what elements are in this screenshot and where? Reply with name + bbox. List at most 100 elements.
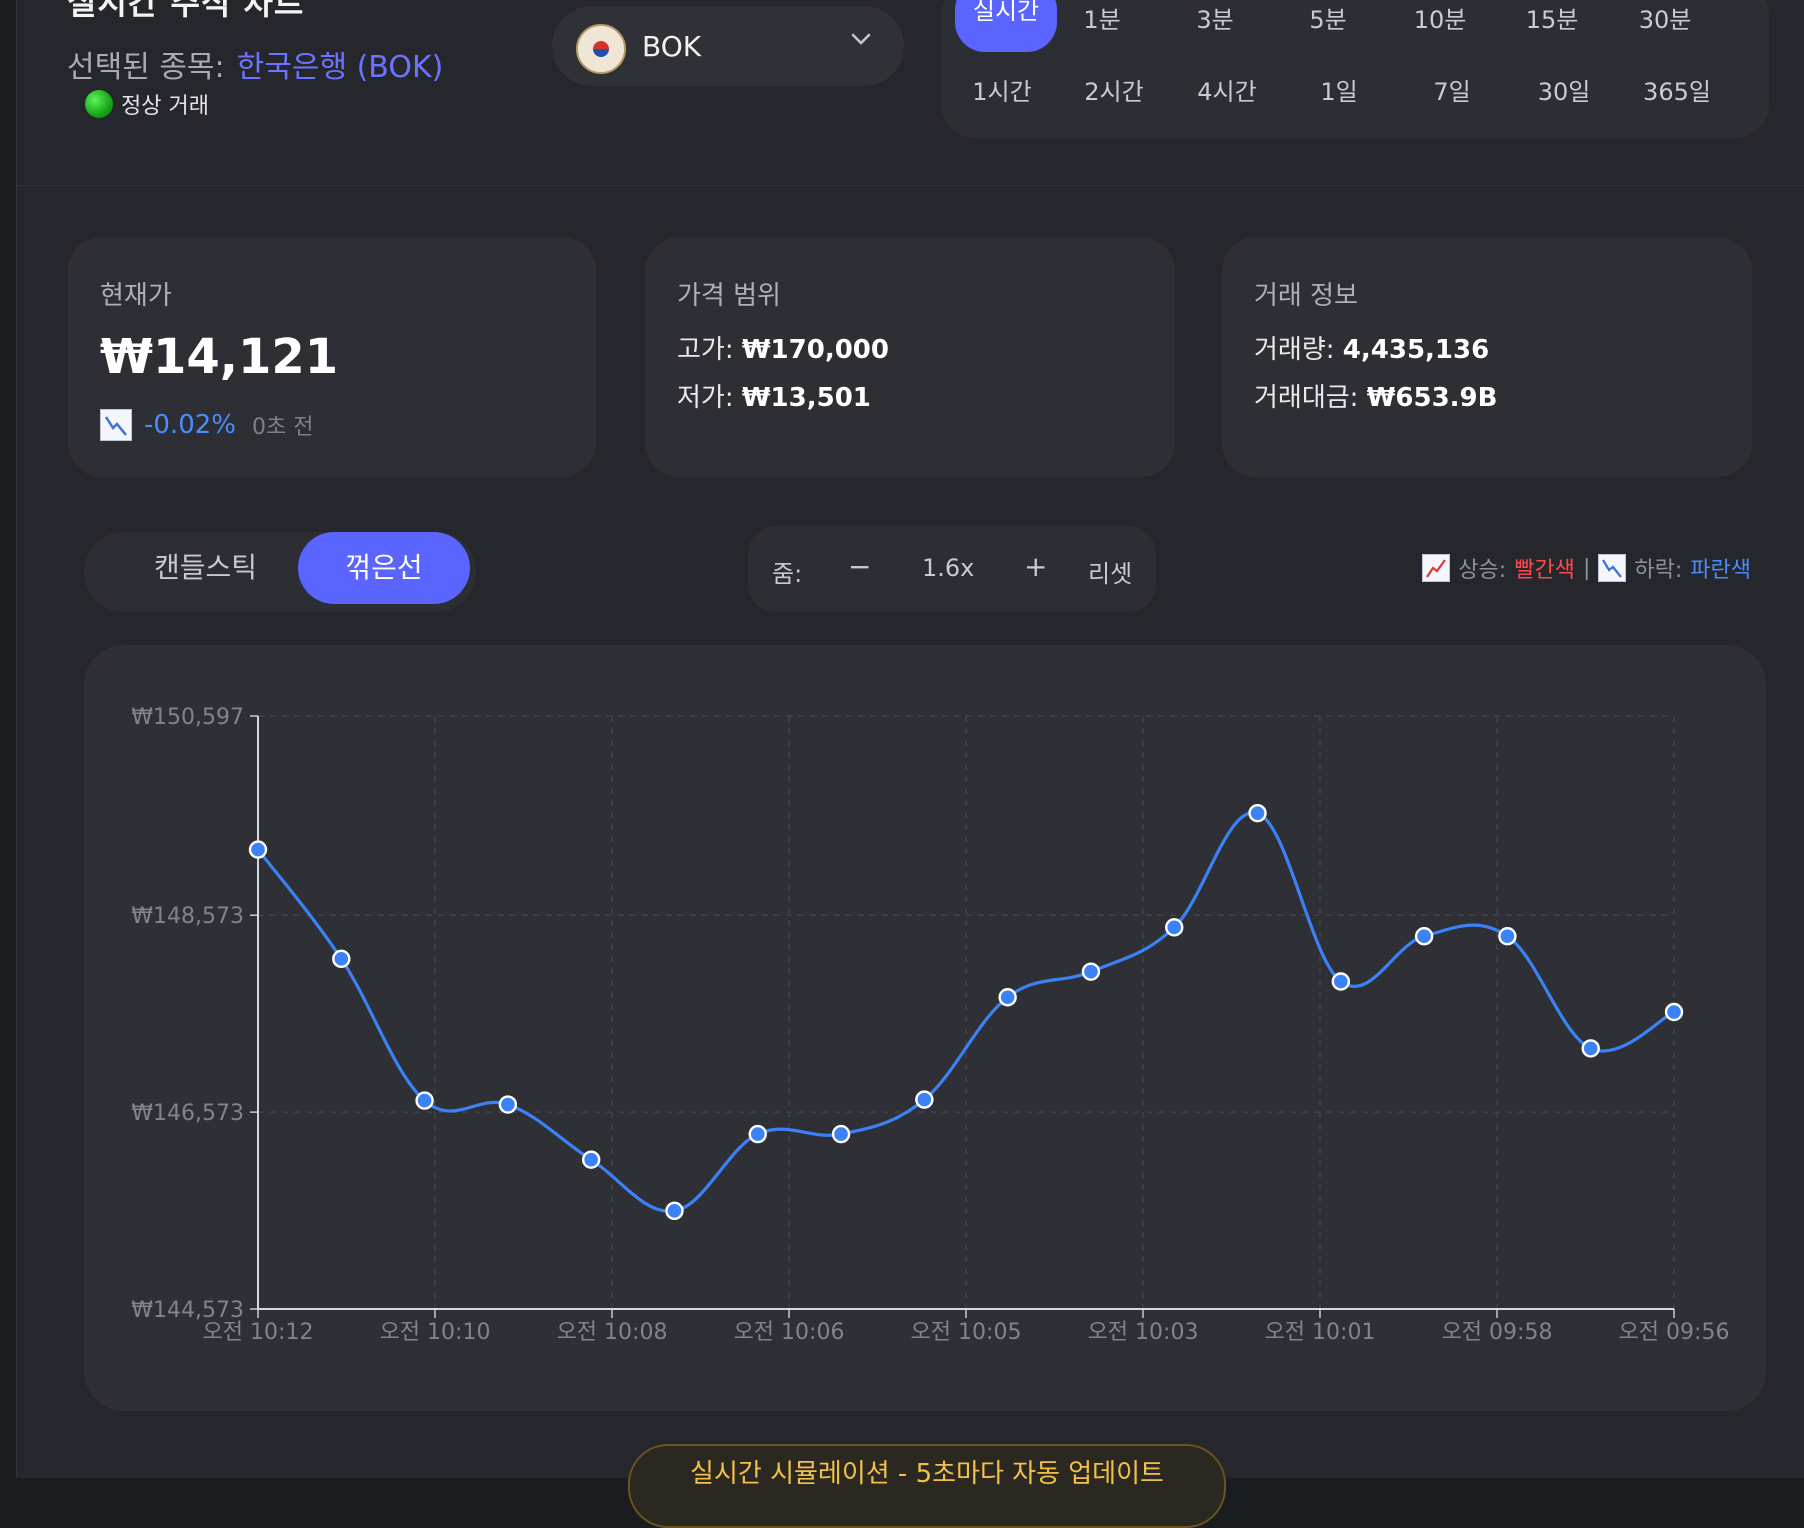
high-price-value: ₩170,000 <box>741 335 889 365</box>
trade-value-label: 거래대금: <box>1254 383 1359 413</box>
timeframe-1m-button[interactable]: 1분 <box>1049 0 1155 35</box>
selected-stock-value: 한국은행 (BOK) <box>236 50 444 85</box>
low-price-label: 저가: <box>677 383 734 413</box>
chart-increasing-icon <box>1422 554 1451 582</box>
legend-down-color: 파란색 <box>1690 558 1751 583</box>
timeframe-realtime-button[interactable]: 실시간 <box>955 0 1057 52</box>
app-frame: 실시간 주식 차트 선택된 종목: 한국은행 (BOK) 정상 거래 BOK 실시… <box>16 0 1804 1528</box>
data-point <box>748 1124 767 1144</box>
price-range-label: 가격 범위 <box>677 281 781 311</box>
status-dot-icon <box>85 90 113 118</box>
volume-label: 거래량: <box>1254 335 1335 365</box>
timeframe-1d-button[interactable]: 1일 <box>1286 72 1392 107</box>
trade-info-card: 거래 정보 거래량: 4,435,136 거래대금: ₩653.9B <box>1222 237 1752 477</box>
last-updated: 0초 전 <box>251 415 314 440</box>
x-tick-label: 오전 10:06 <box>734 1320 845 1345</box>
price-line-chart[interactable]: ₩150,597₩148,573₩146,573₩144,573오전 10:12… <box>84 645 1766 1411</box>
data-point <box>415 1091 434 1110</box>
data-point <box>831 1124 851 1144</box>
x-tick-label: 오전 10:08 <box>557 1320 668 1345</box>
y-tick-label: ₩150,597 <box>131 705 244 730</box>
x-tick-label: 오전 10:05 <box>911 1320 1022 1345</box>
high-price-label: 고가: <box>677 335 734 365</box>
current-price-card: 현재가 ₩14,121 -0.02% 0초 전 <box>68 237 596 477</box>
current-price-value: ₩14,121 <box>100 329 339 385</box>
y-tick-label: ₩148,573 <box>131 904 244 929</box>
line-chart-tab[interactable]: 꺾은선 <box>298 532 470 604</box>
color-legend: 상승: 빨간색 | 하락: 파란색 <box>1422 552 1751 584</box>
update-banner: 실시간 시뮬레이션 - 5초마다 자동 업데이트 <box>628 1444 1226 1528</box>
status-text: 정상 거래 <box>121 94 209 119</box>
trading-status: 정상 거래 <box>85 88 209 120</box>
x-tick-label: 오전 10:12 <box>203 1320 314 1345</box>
timeframe-15m-button[interactable]: 15분 <box>1499 0 1605 35</box>
bank-of-korea-emblem-icon <box>576 24 626 74</box>
chart-panel: ₩150,597 ₩148,573 ₩146,573 ₩144,573 오전 10:12… <box>84 645 1766 1411</box>
x-tick-label: 오전 09:56 <box>1619 1320 1730 1345</box>
price-change: -0.02% 0초 전 <box>100 409 313 441</box>
zoom-in-button[interactable]: + <box>1024 550 1047 583</box>
data-point <box>1581 1039 1600 1058</box>
zoom-controls: 줌: − 1.6x + 리셋 <box>748 526 1156 612</box>
zoom-out-button[interactable]: − <box>848 550 871 583</box>
data-point <box>1081 962 1101 981</box>
price-range-card: 가격 범위 고가: ₩170,000 저가: ₩13,501 <box>645 237 1175 477</box>
selected-stock-label: 선택된 종목: <box>67 50 225 85</box>
x-tick-label: 오전 09:58 <box>1442 1320 1553 1345</box>
legend-up-color: 빨간색 <box>1514 558 1575 583</box>
chart-type-toggle: 캔들스틱 꺾은선 <box>84 532 476 612</box>
timeframe-7d-button[interactable]: 7일 <box>1399 72 1505 107</box>
trade-info-label: 거래 정보 <box>1254 281 1358 311</box>
data-point <box>1248 803 1267 823</box>
timeframe-3m-button[interactable]: 3분 <box>1162 0 1268 35</box>
chart-decreasing-icon <box>1598 554 1627 582</box>
timeframe-5m-button[interactable]: 5분 <box>1275 0 1381 35</box>
zoom-label: 줌: <box>772 560 803 588</box>
selected-stock: 선택된 종목: 한국은행 (BOK) <box>67 42 443 86</box>
timeframe-10m-button[interactable]: 10분 <box>1387 0 1493 35</box>
page-title: 실시간 주식 차트 <box>67 0 305 22</box>
data-point <box>1414 927 1434 946</box>
stock-select-value: BOK <box>642 30 702 63</box>
low-price-value: ₩13,501 <box>741 383 871 413</box>
trade-value-value: ₩653.9B <box>1366 383 1498 413</box>
candlestick-tab[interactable]: 캔들스틱 <box>154 532 257 604</box>
current-price-label: 현재가 <box>100 281 172 311</box>
timeframe-4h-button[interactable]: 4시간 <box>1174 72 1280 107</box>
timeframe-30m-button[interactable]: 30분 <box>1612 0 1718 35</box>
zoom-level: 1.6x <box>922 554 975 582</box>
price-change-percent: -0.02% <box>144 410 236 440</box>
data-point <box>1331 972 1351 991</box>
trade-value: 거래대금: ₩653.9B <box>1254 377 1497 414</box>
data-point <box>498 1095 518 1114</box>
low-price: 저가: ₩13,501 <box>677 377 871 414</box>
data-point <box>1165 918 1184 937</box>
timeframe-1h-button[interactable]: 1시간 <box>949 72 1055 107</box>
timeframe-2h-button[interactable]: 2시간 <box>1061 72 1167 107</box>
timeframe-30d-button[interactable]: 30일 <box>1511 72 1617 107</box>
x-tick-label: 오전 10:10 <box>380 1320 491 1345</box>
data-point <box>332 949 351 969</box>
chevron-down-icon <box>848 26 874 59</box>
data-point <box>998 988 1017 1007</box>
x-tick-label: 오전 10:01 <box>1265 1320 1376 1345</box>
data-point <box>665 1201 684 1221</box>
legend-separator: | <box>1582 555 1591 581</box>
stock-select-dropdown[interactable]: BOK <box>552 6 904 86</box>
timeframe-365d-button[interactable]: 365일 <box>1624 72 1730 107</box>
y-tick-label: ₩146,573 <box>131 1101 244 1126</box>
timeframe-selector: 실시간 1분 3분 5분 10분 15분 30분 1시간 2시간 4시간 1일 … <box>941 0 1769 138</box>
zoom-reset-button[interactable]: 리셋 <box>1088 554 1132 589</box>
legend-down-label: 하락: <box>1634 558 1683 583</box>
x-tick-label: 오전 10:03 <box>1088 1320 1199 1345</box>
data-point <box>581 1150 601 1169</box>
volume-value: 4,435,136 <box>1342 335 1490 365</box>
data-point <box>1664 1002 1684 1022</box>
data-point <box>1498 927 1517 946</box>
data-point <box>915 1090 934 1109</box>
header-divider <box>17 185 1804 186</box>
legend-up-label: 상승: <box>1458 558 1507 583</box>
volume: 거래량: 4,435,136 <box>1254 329 1489 366</box>
data-point <box>248 840 268 859</box>
chart-decreasing-icon <box>100 409 132 441</box>
